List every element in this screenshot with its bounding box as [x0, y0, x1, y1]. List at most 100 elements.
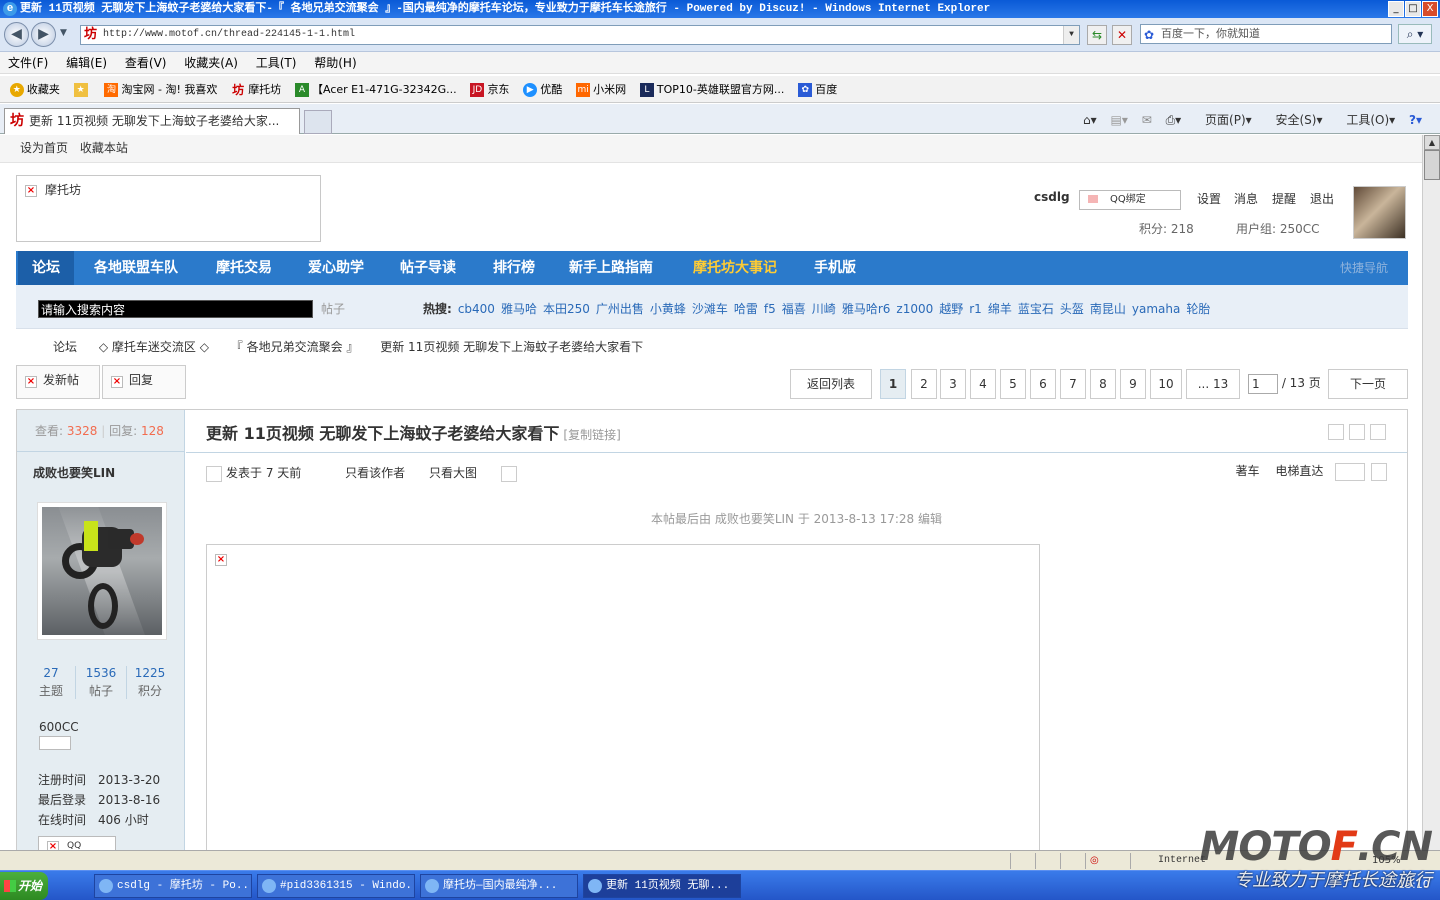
history-dropdown-icon[interactable]: ▼	[60, 28, 67, 38]
messages-link[interactable]: 消息	[1234, 190, 1258, 207]
taskbar-item[interactable]: csdlg - 摩托坊 - Po...	[94, 874, 252, 898]
stop-button[interactable]: ✕	[1112, 25, 1132, 45]
hot-link[interactable]: 哈雷	[734, 302, 758, 316]
page-1[interactable]: 1	[880, 369, 906, 399]
settings-link[interactable]: 设置	[1197, 190, 1221, 207]
hot-link[interactable]: 小黄蜂	[650, 302, 686, 316]
page-8[interactable]: 8	[1090, 369, 1116, 399]
hot-link[interactable]: r1	[969, 302, 982, 316]
set-homepage-link[interactable]: 设为首页	[20, 141, 68, 155]
zoom-level[interactable]: 105%	[1372, 851, 1401, 871]
new-tab-button[interactable]	[304, 110, 332, 134]
next-page-button[interactable]: 下一页	[1328, 369, 1408, 399]
address-dropdown-icon[interactable]: ▼	[1063, 26, 1079, 44]
nav-charity[interactable]: 爱心助学	[294, 251, 378, 285]
scroll-up-icon[interactable]: ▲	[1424, 135, 1440, 150]
close-window-button[interactable]: X	[1422, 1, 1438, 17]
new-post-button[interactable]: × 发新帖	[16, 365, 100, 399]
back-button[interactable]: ◀	[4, 22, 29, 47]
logout-link[interactable]: 退出	[1310, 190, 1334, 207]
hot-link[interactable]: 南昆山	[1090, 302, 1126, 316]
author-threads[interactable]: 27 主题	[25, 666, 77, 699]
qq-contact-button[interactable]: × QQ	[38, 836, 116, 850]
hot-link[interactable]: 雅马哈r6	[842, 302, 891, 316]
minimize-button[interactable]: _	[1388, 1, 1404, 17]
taskbar-item[interactable]: 摩托坊—国内最纯净...	[420, 874, 578, 898]
author-posts[interactable]: 1536 帖子	[75, 666, 127, 699]
breadcrumb-thread[interactable]: 更新 11页视频 无聊发下上海蚊子老婆给大家看下	[380, 340, 643, 354]
page-5[interactable]: 5	[1000, 369, 1026, 399]
user-avatar[interactable]	[1353, 186, 1406, 239]
page-3[interactable]: 3	[940, 369, 966, 399]
nav-mobile[interactable]: 手机版	[800, 251, 870, 285]
nav-history[interactable]: 摩托坊大事记	[679, 251, 791, 285]
taskbar-item-active[interactable]: 更新 11页视频 无聊...	[583, 874, 741, 898]
help-icon[interactable]: ?▾	[1409, 113, 1422, 127]
site-logo[interactable]: × 摩托坊	[16, 175, 321, 242]
breadcrumb-board[interactable]: 『 各地兄弟交流聚会 』	[231, 340, 359, 354]
bookmark-site-link[interactable]: 收藏本站	[80, 141, 128, 155]
page-scrollbar[interactable]: ▲	[1422, 135, 1440, 850]
menu-help[interactable]: 帮助(H)	[314, 56, 356, 70]
maximize-button[interactable]: □	[1405, 1, 1421, 17]
home-icon[interactable]: ⌂▾	[1083, 113, 1097, 127]
favorites-button[interactable]: ★ 收藏夹	[9, 76, 60, 102]
page-10[interactable]: 10	[1150, 369, 1182, 399]
fav-jd[interactable]: JD 京东	[470, 76, 509, 102]
fav-acer[interactable]: A 【Acer E1-471G-32342G...	[295, 76, 457, 102]
menu-file[interactable]: 文件(F)	[8, 56, 48, 70]
hot-link[interactable]: f5	[764, 302, 776, 316]
breadcrumb-section[interactable]: ◇ 摩托车迷交流区 ◇	[99, 340, 209, 354]
reply-button[interactable]: × 回复	[102, 365, 186, 399]
author-avatar[interactable]	[37, 502, 167, 640]
fav-taobao[interactable]: 淘淘宝网 - 淘! 我喜欢	[104, 76, 217, 102]
page-last[interactable]: ... 13	[1186, 369, 1240, 399]
taskbar-item[interactable]: #pid3361315 - Windo...	[257, 874, 415, 898]
hot-link[interactable]: yamaha	[1132, 302, 1180, 316]
next-thread-icon[interactable]	[1370, 424, 1386, 440]
hot-link[interactable]: 广州出售	[596, 302, 644, 316]
author-only-link[interactable]: 只看该作者	[345, 466, 405, 480]
fav-youku[interactable]: ▶ 优酷	[523, 76, 562, 102]
big-image-link[interactable]: 只看大图	[429, 465, 521, 482]
username-link[interactable]: csdlg	[1034, 190, 1070, 204]
author-credits[interactable]: 1225 积分	[124, 666, 176, 699]
start-button[interactable]: 开始	[0, 872, 48, 900]
page-4[interactable]: 4	[970, 369, 996, 399]
back-to-list-button[interactable]: 返回列表	[790, 369, 872, 399]
feeds-icon[interactable]: ▤▾	[1110, 113, 1127, 127]
tab-current[interactable]: 坊 更新 11页视频 无聊发下上海蚊子老婆给大家...	[4, 108, 300, 134]
breadcrumb-forum[interactable]: 论坛	[53, 340, 77, 354]
add-favorite-button[interactable]: ★	[73, 76, 91, 102]
nav-trade[interactable]: 摩托交易	[202, 251, 286, 285]
hot-link[interactable]: cb400	[458, 302, 495, 316]
hot-link[interactable]: 蓝宝石	[1018, 302, 1054, 316]
fav-baidu[interactable]: ✿ 百度	[798, 76, 837, 102]
hot-link[interactable]: 川崎	[812, 302, 836, 316]
quick-nav-link[interactable]: 快捷导航	[1340, 251, 1388, 285]
qq-bind-button[interactable]: QQ绑定	[1079, 190, 1181, 210]
hot-link[interactable]: 绵羊	[988, 302, 1012, 316]
menu-favorites[interactable]: 收藏夹(A)	[184, 56, 238, 70]
forum-search-input[interactable]: 请输入搜索内容	[38, 300, 313, 318]
page-7[interactable]: 7	[1060, 369, 1086, 399]
prev-thread-icon[interactable]	[1349, 424, 1365, 440]
fav-lol[interactable]: L TOP10-英雄联盟官方网...	[639, 76, 784, 102]
hot-link[interactable]: z1000	[896, 302, 933, 316]
print-icon[interactable]: ⎙▾	[1166, 113, 1182, 127]
nav-ranking[interactable]: 排行榜	[479, 251, 549, 285]
page-jump-input[interactable]: 1	[1248, 373, 1278, 394]
forward-button[interactable]: ▶	[31, 22, 56, 47]
page-9[interactable]: 9	[1120, 369, 1146, 399]
safety-menu[interactable]: 安全(S)▾	[1266, 113, 1323, 127]
nav-teams[interactable]: 各地联盟车队	[80, 251, 192, 285]
menu-tools[interactable]: 工具(T)	[256, 56, 297, 70]
fav-motof[interactable]: 坊摩托坊	[231, 76, 281, 102]
nav-guide[interactable]: 帖子导读	[386, 251, 470, 285]
page-menu[interactable]: 页面(P)▾	[1195, 113, 1252, 127]
hot-link[interactable]: 轮胎	[1186, 302, 1210, 316]
nav-newbie[interactable]: 新手上路指南	[555, 251, 667, 285]
floor-jump-input[interactable]	[1335, 462, 1366, 481]
page-2[interactable]: 2	[911, 369, 937, 399]
author-name[interactable]: 成败也要笑LIN	[33, 464, 115, 481]
